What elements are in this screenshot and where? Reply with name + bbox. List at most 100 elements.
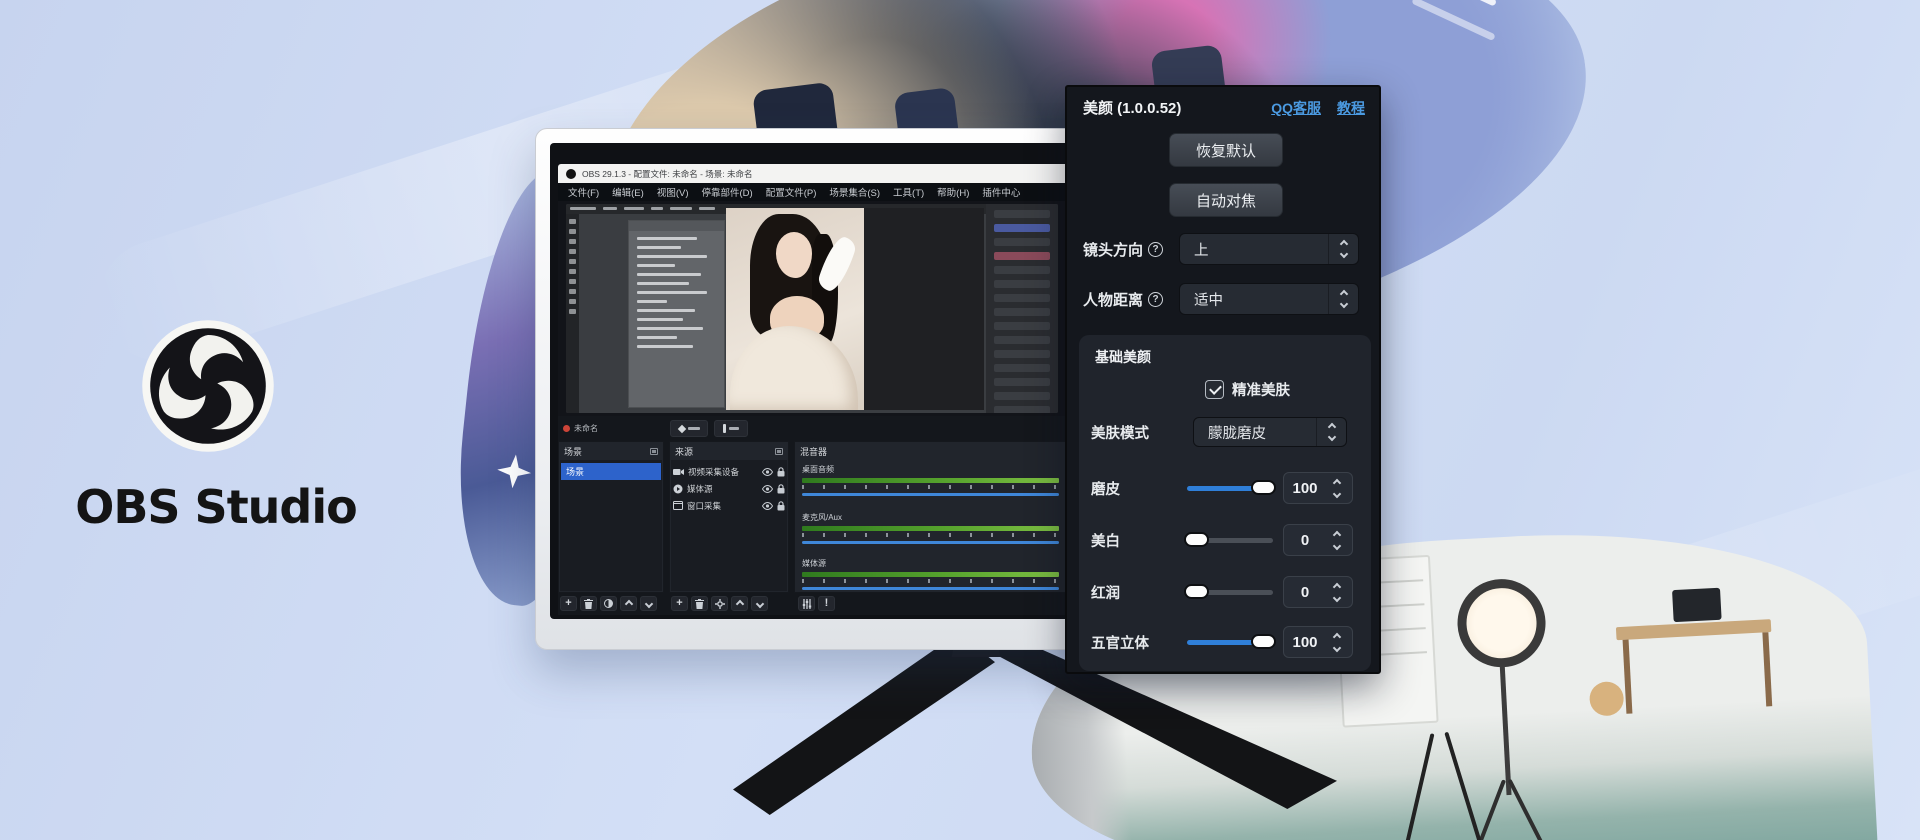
- slider-handle[interactable]: [1184, 532, 1209, 547]
- source-row[interactable]: 窗口采集: [673, 498, 785, 513]
- smoothing-slider-row: 磨皮 100: [1079, 471, 1371, 505]
- window-icon: [673, 501, 683, 510]
- dock-popout-icon[interactable]: [775, 448, 783, 455]
- help-icon[interactable]: ?: [1148, 292, 1163, 307]
- move-scene-down-button[interactable]: [640, 596, 657, 611]
- record-dot-icon: [563, 425, 570, 432]
- source-properties-button[interactable]: [711, 596, 728, 611]
- volume-fader[interactable]: [802, 587, 1059, 590]
- monitor-stand-leg: [733, 633, 995, 815]
- source-row[interactable]: 视频采集设备: [673, 464, 785, 479]
- stepper-icon[interactable]: [1326, 532, 1348, 549]
- app-name: OBS Studio: [46, 480, 386, 534]
- volume-meter-bar: [802, 478, 1059, 483]
- preview-toggle-button[interactable]: [670, 420, 708, 437]
- menu-item-plugin-center[interactable]: 插件中心: [982, 185, 1020, 199]
- restore-defaults-button[interactable]: 恢复默认: [1169, 133, 1283, 167]
- lock-icon[interactable]: [777, 501, 785, 511]
- add-source-button[interactable]: +: [671, 596, 688, 611]
- scene-item-selected[interactable]: 场景: [561, 463, 661, 480]
- face-3d-label: 五官立体: [1091, 632, 1149, 653]
- menu-item-scene-collection[interactable]: 场景集合(S): [829, 185, 880, 199]
- sources-list: 视频采集设备 媒体源 窗口采集: [671, 460, 787, 591]
- move-source-up-button[interactable]: [731, 596, 748, 611]
- menu-item-help[interactable]: 帮助(H): [937, 185, 969, 199]
- eye-icon[interactable]: [762, 485, 773, 493]
- eye-icon[interactable]: [762, 502, 773, 510]
- desk-monitor: [1672, 588, 1722, 622]
- remove-scene-button[interactable]: [580, 596, 597, 611]
- whitening-value-box[interactable]: 0: [1283, 524, 1353, 556]
- person-distance-label: 人物距离: [1083, 289, 1143, 310]
- ring-light: [1455, 577, 1547, 669]
- rosy-value-box[interactable]: 0: [1283, 576, 1353, 608]
- menu-item-edit[interactable]: 编辑(E): [612, 185, 644, 199]
- volume-fader[interactable]: [802, 493, 1059, 496]
- dock-popout-icon[interactable]: [650, 448, 658, 455]
- autofocus-button[interactable]: 自动对焦: [1169, 183, 1283, 217]
- add-scene-button[interactable]: +: [560, 596, 577, 611]
- menu-item-tools[interactable]: 工具(T): [893, 185, 924, 199]
- camera-direction-select[interactable]: 上: [1179, 233, 1359, 265]
- eye-icon[interactable]: [762, 468, 773, 476]
- checkbox-checked-icon[interactable]: [1205, 380, 1224, 399]
- skin-mode-label: 美肤模式: [1091, 422, 1149, 443]
- smoothing-label: 磨皮: [1091, 478, 1120, 499]
- layout-toggle-button[interactable]: [714, 420, 748, 437]
- slider-handle[interactable]: [1251, 634, 1276, 649]
- smoothing-value-box[interactable]: 100: [1283, 472, 1353, 504]
- mixer-dock-title: 混音器: [800, 445, 827, 458]
- source-row[interactable]: 媒体源: [673, 481, 785, 496]
- menu-item-profile[interactable]: 配置文件(P): [766, 185, 817, 199]
- whitening-slider[interactable]: [1187, 538, 1273, 543]
- ring-light-stand: [1500, 665, 1512, 795]
- menu-item-file[interactable]: 文件(F): [568, 185, 599, 199]
- beauty-panel-title: 美颜 (1.0.0.52): [1083, 97, 1181, 118]
- tutorial-link[interactable]: 教程: [1337, 98, 1365, 118]
- face-3d-value-box[interactable]: 100: [1283, 626, 1353, 658]
- bar-icon: [723, 424, 726, 433]
- remove-source-button[interactable]: [691, 596, 708, 611]
- slider-handle[interactable]: [1184, 584, 1209, 599]
- basic-beauty-section: 基础美颜 精准美肤 美肤模式 朦胧磨皮 磨皮 100: [1079, 335, 1371, 671]
- menu-item-view[interactable]: 视图(V): [657, 185, 689, 199]
- portrait-photo: [726, 208, 864, 410]
- smoothing-slider[interactable]: [1187, 486, 1273, 491]
- qq-support-link[interactable]: QQ客服: [1271, 98, 1321, 118]
- rosy-slider[interactable]: [1187, 590, 1273, 595]
- precise-skin-label: 精准美肤: [1232, 379, 1290, 400]
- stepper-icon[interactable]: [1326, 584, 1348, 601]
- button-label-glyph: [688, 427, 700, 430]
- mixer-options-button[interactable]: !: [818, 596, 835, 611]
- help-icon[interactable]: ?: [1148, 242, 1163, 257]
- stepper-icon[interactable]: [1326, 480, 1348, 497]
- advanced-audio-button[interactable]: [798, 596, 815, 611]
- volume-meter-bar: [802, 526, 1059, 531]
- skin-mode-select[interactable]: 朦胧磨皮: [1193, 417, 1347, 447]
- lock-icon[interactable]: [777, 484, 785, 494]
- stepper-icon[interactable]: [1326, 634, 1348, 651]
- skin-mode-row: 美肤模式 朦胧磨皮: [1079, 417, 1371, 447]
- select-spinner-icon[interactable]: [1328, 234, 1358, 264]
- scene-filters-button[interactable]: [600, 596, 617, 611]
- face-3d-slider[interactable]: [1187, 640, 1273, 645]
- desk-leg: [1762, 632, 1772, 706]
- tripod-leg: [1444, 732, 1489, 840]
- select-spinner-icon[interactable]: [1316, 418, 1346, 446]
- volume-fader[interactable]: [802, 541, 1059, 544]
- whitening-slider-row: 美白 0: [1079, 523, 1371, 557]
- move-scene-up-button[interactable]: [620, 596, 637, 611]
- sources-dock-title: 来源: [675, 445, 693, 458]
- portrait-face: [776, 232, 812, 278]
- slider-handle[interactable]: [1251, 480, 1276, 495]
- select-spinner-icon[interactable]: [1328, 284, 1358, 314]
- lock-icon[interactable]: [777, 467, 785, 477]
- person-distance-select[interactable]: 适中: [1179, 283, 1359, 315]
- promo-page: OBS Studio OBS 29.1.3 - 配置文件: 未命名 - 场景: …: [0, 0, 1920, 840]
- precise-skin-checkbox-row[interactable]: 精准美肤: [1205, 379, 1290, 400]
- menu-item-docks[interactable]: 停靠部件(D): [701, 185, 752, 199]
- move-source-down-button[interactable]: [751, 596, 768, 611]
- tripod-leg: [1508, 779, 1562, 840]
- scenes-dock: 场景 场景: [558, 441, 664, 593]
- meter-ticks: [802, 485, 1059, 489]
